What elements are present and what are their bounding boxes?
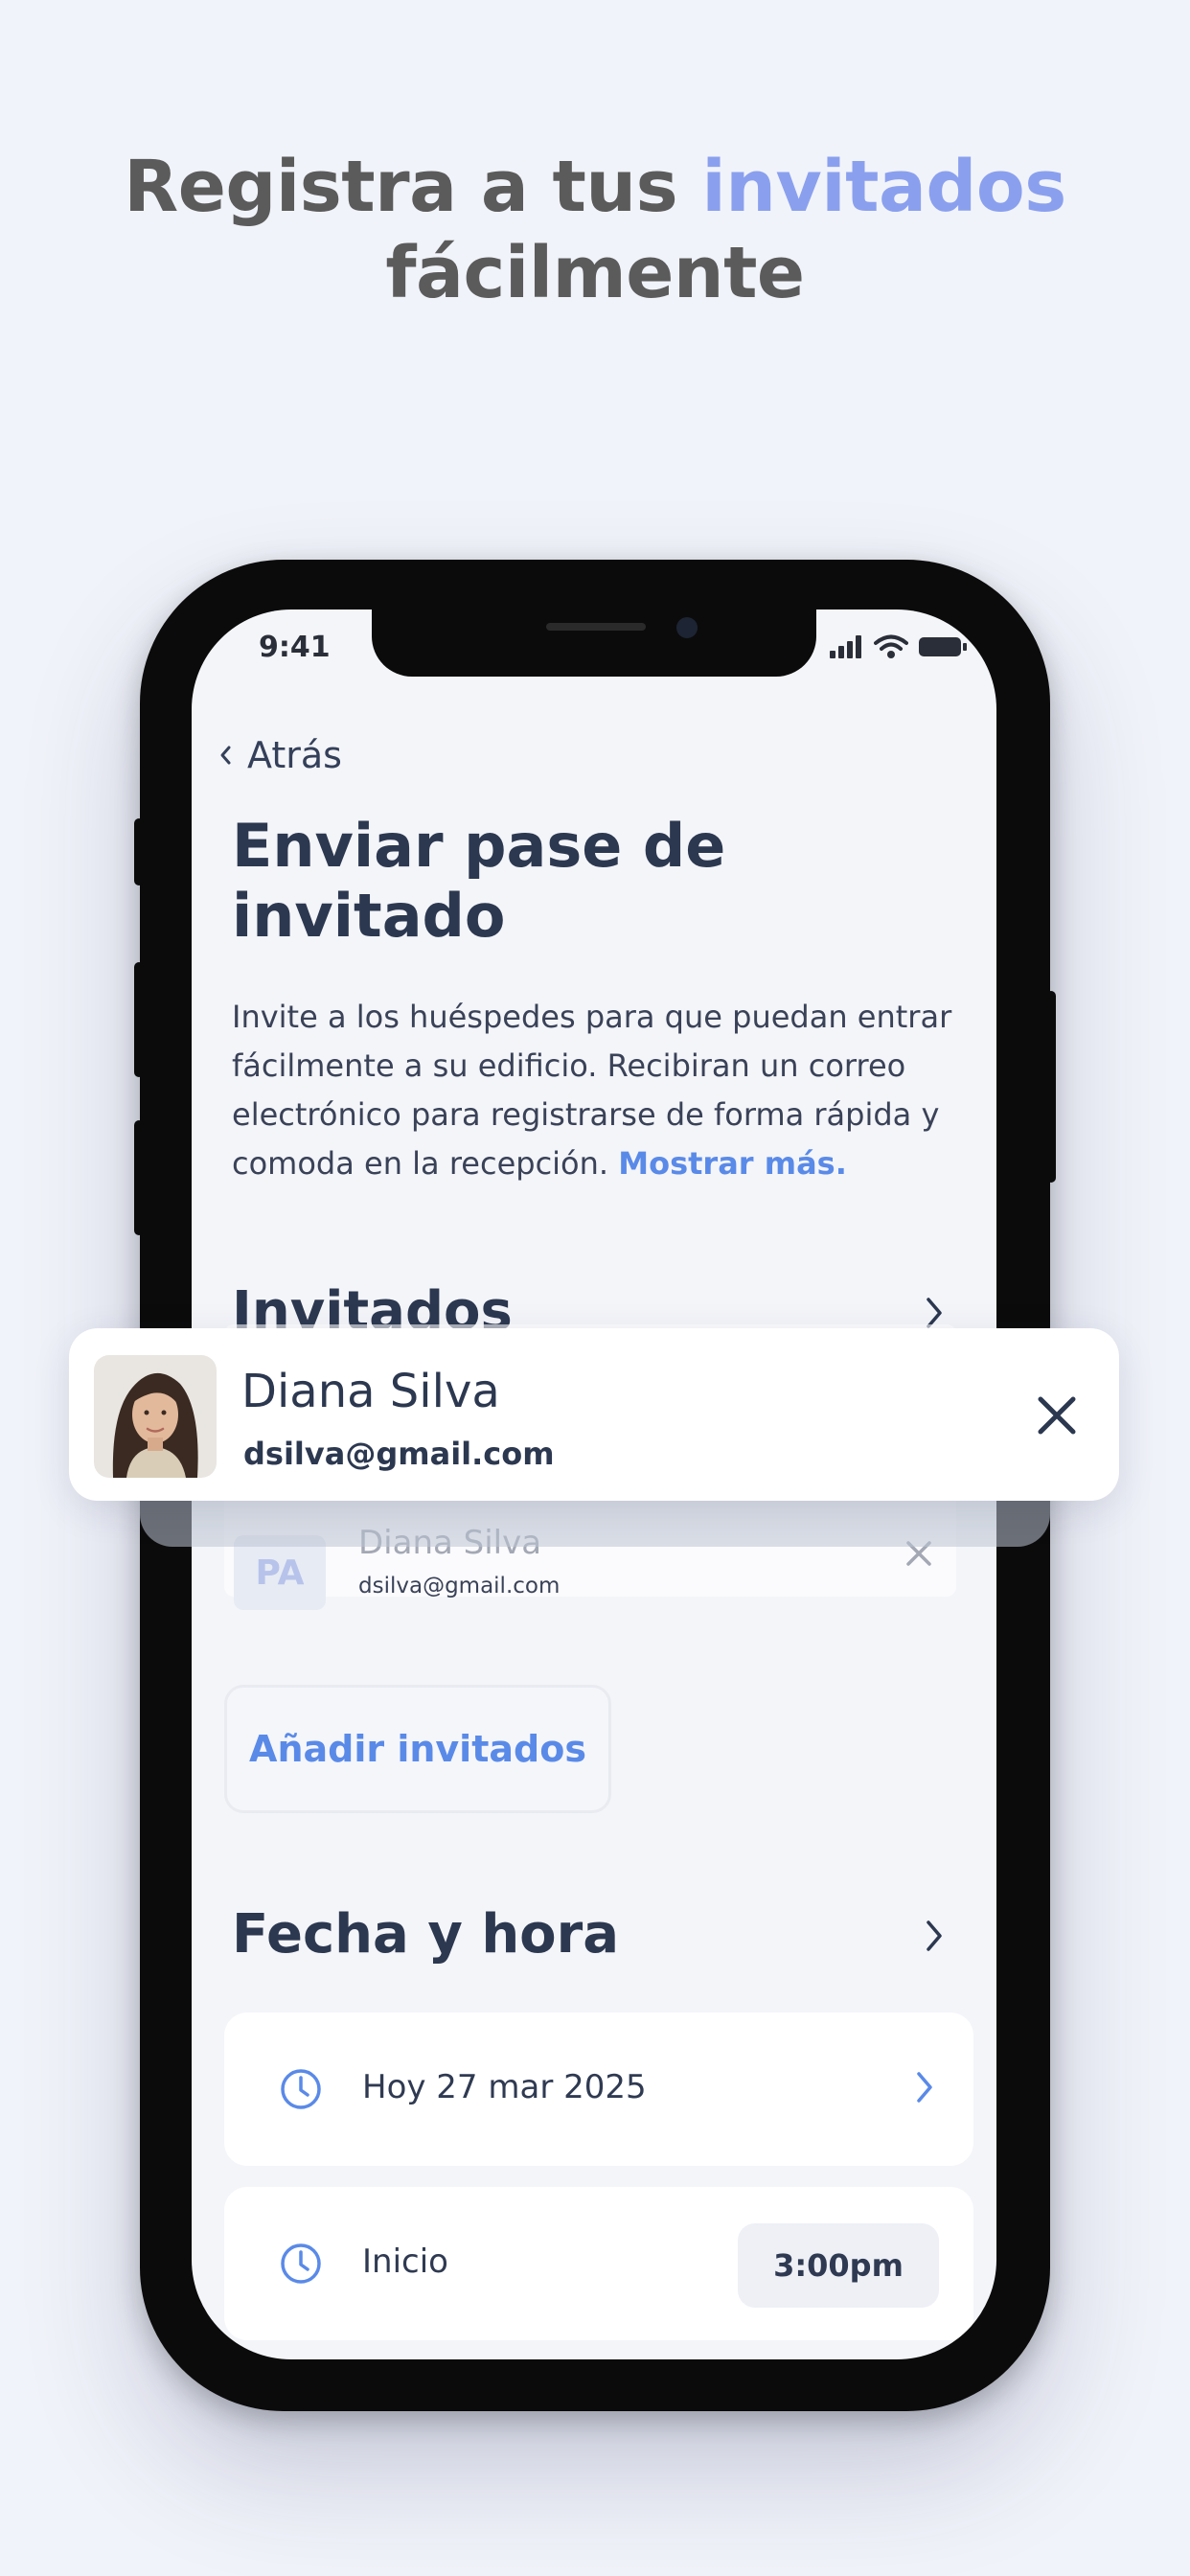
datetime-section-title: Fecha y hora bbox=[232, 1903, 620, 1966]
chevron-left-icon bbox=[220, 746, 231, 765]
start-label: Inicio bbox=[362, 2242, 448, 2281]
front-camera bbox=[676, 617, 698, 638]
headline-line2: fácilmente bbox=[385, 232, 805, 314]
promo-headline: Registra a tus invitados fácilmente bbox=[0, 144, 1190, 316]
datetime-chevron-right-icon[interactable] bbox=[920, 1917, 949, 1955]
volume-down-button bbox=[134, 1120, 144, 1235]
page-description: Invite a los huéspedes para que puedan e… bbox=[232, 993, 960, 1188]
show-more-link[interactable]: Mostrar más. bbox=[618, 1145, 847, 1182]
add-guests-button[interactable]: Añadir invitados bbox=[224, 1685, 611, 1813]
start-time-pill[interactable]: 3:00pm bbox=[738, 2223, 939, 2308]
back-button[interactable]: Atrás bbox=[218, 734, 342, 776]
page-title: Enviar pase de invitado bbox=[232, 811, 726, 951]
headline-accent: invitados bbox=[701, 146, 1066, 228]
guest-name: Diana Silva bbox=[241, 1365, 500, 1418]
date-row[interactable]: Hoy 27 mar 2025 bbox=[224, 2012, 973, 2166]
date-chevron-right-icon bbox=[917, 2072, 932, 2103]
back-label: Atrás bbox=[247, 734, 342, 776]
volume-up-button bbox=[134, 962, 144, 1077]
power-button bbox=[1046, 991, 1056, 1183]
headline-prefix: Registra a tus bbox=[124, 146, 702, 228]
avatar bbox=[94, 1355, 217, 1478]
wifi-icon bbox=[874, 634, 908, 658]
date-label: Hoy 27 mar 2025 bbox=[362, 2068, 647, 2106]
status-icons bbox=[830, 634, 968, 659]
clock-icon bbox=[281, 2069, 321, 2109]
start-time-row[interactable]: Inicio 3:00pm bbox=[224, 2187, 973, 2340]
clock-icon bbox=[281, 2243, 321, 2284]
mute-switch bbox=[134, 818, 144, 886]
battery-icon bbox=[919, 637, 967, 656]
guest-email: dsilva@gmail.com bbox=[243, 1436, 555, 1472]
guest-card-featured[interactable]: Diana Silva dsilva@gmail.com bbox=[69, 1328, 1119, 1501]
signal-icon bbox=[830, 635, 861, 658]
close-icon[interactable] bbox=[1035, 1393, 1079, 1438]
guest-email-faded: dsilva@gmail.com bbox=[358, 1574, 561, 1598]
status-time: 9:41 bbox=[259, 631, 331, 664]
notch bbox=[372, 610, 816, 677]
speaker bbox=[546, 623, 646, 631]
